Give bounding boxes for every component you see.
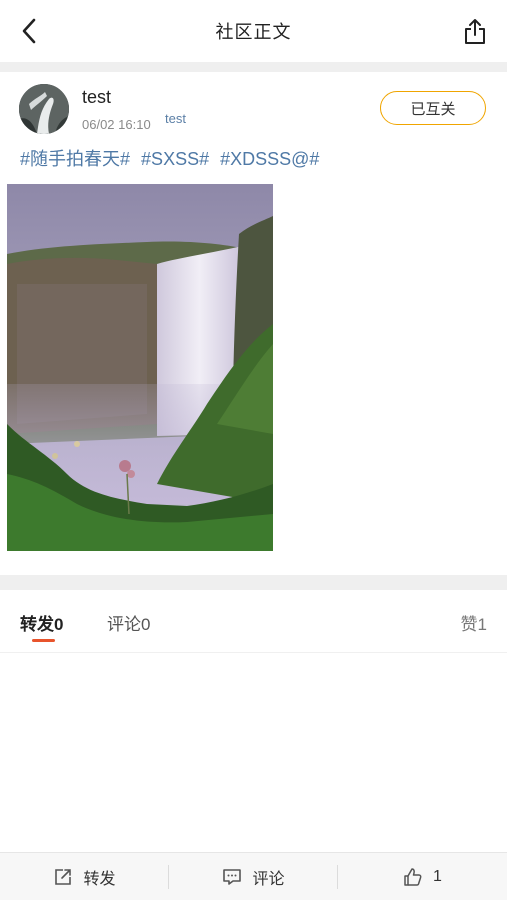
forward-label: 转发 xyxy=(83,871,116,888)
section-divider xyxy=(0,62,507,72)
topic-tags: #随手拍春天# #SXSS# #XDSSS@# xyxy=(20,145,325,171)
post-source: test xyxy=(165,111,186,126)
tab-forward[interactable]: 转发0 xyxy=(20,610,63,635)
interaction-tabs: 转发0 评论0 赞1 xyxy=(0,590,507,653)
comment-button[interactable]: 评论 xyxy=(169,853,338,900)
comment-icon xyxy=(223,869,242,885)
post-image[interactable] xyxy=(7,184,273,551)
share-icon xyxy=(465,19,485,44)
post-detail-page: 社区正文 test 06/02 16:10 test 已互关 #随手拍春天# #… xyxy=(0,0,507,900)
share-button[interactable] xyxy=(461,16,489,46)
like-button[interactable]: 1 xyxy=(338,853,507,900)
mutual-follow-button[interactable]: 已互关 xyxy=(380,91,486,125)
comment-label: 评论 xyxy=(252,871,285,888)
thumbs-up-icon xyxy=(404,868,422,886)
bottom-action-bar: 转发 评论 1 xyxy=(0,852,507,900)
topic-tag[interactable]: #随手拍春天# xyxy=(20,149,130,169)
forward-button[interactable]: 转发 xyxy=(0,853,169,900)
topic-tag[interactable]: #SXSS# xyxy=(141,149,209,169)
post-time: 06/02 16:10 xyxy=(82,117,151,132)
waterfall-photo xyxy=(7,184,273,551)
active-tab-indicator xyxy=(32,639,55,642)
topic-tag[interactable]: #XDSSS@# xyxy=(220,149,319,169)
tab-comment[interactable]: 评论0 xyxy=(107,610,150,635)
like-count: 1 xyxy=(433,868,442,885)
back-button[interactable] xyxy=(14,16,44,46)
forward-icon xyxy=(55,869,72,885)
back-arrow-icon xyxy=(22,18,36,44)
header: 社区正文 xyxy=(0,0,507,62)
tab-like[interactable]: 赞1 xyxy=(461,610,487,635)
avatar-image xyxy=(19,84,69,134)
page-title: 社区正文 xyxy=(215,22,292,42)
author-name[interactable]: test xyxy=(82,87,111,108)
section-divider xyxy=(0,575,507,590)
avatar[interactable] xyxy=(19,84,69,134)
